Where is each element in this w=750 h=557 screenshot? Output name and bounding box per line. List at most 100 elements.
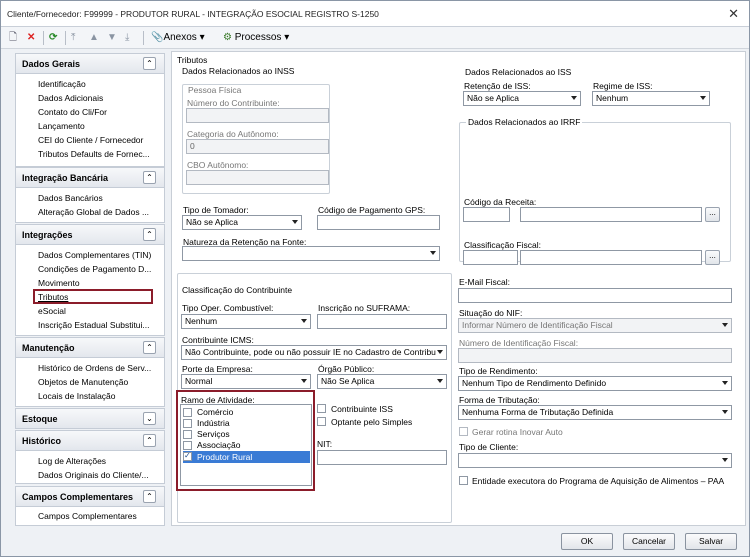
ramo-item[interactable]: Serviços xyxy=(183,429,310,440)
checkbox-checked[interactable] xyxy=(183,451,192,461)
cod-gps-input[interactable] xyxy=(317,215,440,230)
expand-icon[interactable]: ⌄ xyxy=(143,412,156,425)
optante-simples-checkbox[interactable] xyxy=(317,417,326,426)
classif-fiscal-desc-input[interactable] xyxy=(520,250,702,265)
entidade-paa-checkbox[interactable] xyxy=(459,476,468,485)
icms-select[interactable]: Não Contribuinte, pode ou não possuir IE… xyxy=(181,345,447,360)
section-header[interactable]: Dados Gerais ⌃ xyxy=(16,54,164,74)
orgao-select[interactable]: Não Se Aplica xyxy=(317,374,447,389)
collapse-icon[interactable]: ⌃ xyxy=(143,434,156,447)
ramo-item[interactable]: Indústria xyxy=(183,418,310,429)
sidebar-item-esocial[interactable]: eSocial xyxy=(38,306,66,316)
sidebar-item-cei[interactable]: CEI do Cliente / Fornecedor xyxy=(38,135,143,145)
ramo-item[interactable]: Associação xyxy=(183,440,310,451)
cod-receita-input[interactable] xyxy=(463,207,510,222)
collapse-icon[interactable]: ⌃ xyxy=(143,490,156,503)
dropdown-arrow-icon xyxy=(722,410,728,414)
sidebar-item-dados-originais[interactable]: Dados Originais do Cliente/... xyxy=(38,470,149,480)
sidebar-item-log-alteracoes[interactable]: Log de Alterações xyxy=(38,456,106,466)
dropdown-arrow-icon xyxy=(700,96,706,100)
sidebar-item-contato[interactable]: Contato do Cli/For xyxy=(38,107,107,117)
sidebar-item-locais-instalacao[interactable]: Locais de Instalação xyxy=(38,391,116,401)
checkbox[interactable] xyxy=(183,441,192,450)
sidebar-item-dados-bancarios[interactable]: Dados Bancários xyxy=(38,193,103,203)
retencao-iss-select[interactable]: Não se Aplica xyxy=(463,91,581,106)
section-header[interactable]: Integração Bancária ⌃ xyxy=(16,168,164,188)
section-header[interactable]: Manutenção ⌃ xyxy=(16,338,164,358)
natureza-select[interactable] xyxy=(182,246,440,261)
porte-label: Porte da Empresa: xyxy=(182,364,253,374)
cbo-input[interactable] xyxy=(186,170,329,185)
section-header[interactable]: Histórico ⌃ xyxy=(16,431,164,451)
collapse-icon[interactable]: ⌃ xyxy=(143,57,156,70)
tipo-tomador-select[interactable]: Não se Aplica xyxy=(182,215,302,230)
sidebar-item-movimento[interactable]: Movimento xyxy=(38,278,80,288)
checkbox[interactable] xyxy=(183,408,192,417)
porte-select[interactable]: Normal xyxy=(181,374,311,389)
ramo-item-label: Comércio xyxy=(197,407,234,417)
next-icon[interactable]: ▼ xyxy=(107,30,117,46)
sidebar-item-historico-ordens[interactable]: Histórico de Ordens de Serv... xyxy=(38,363,151,373)
sidebar-item-tributos-defaults[interactable]: Tributos Defaults de Fornec... xyxy=(38,149,150,159)
processos-menu[interactable]: ⚙ Processos ▾ xyxy=(223,30,289,46)
last-icon[interactable]: ⤓ xyxy=(125,30,129,46)
tipo-rend-select[interactable]: Nenhum Tipo de Rendimento Definido xyxy=(458,376,732,391)
tipo-tomador-value: Não se Aplica xyxy=(186,217,238,227)
previous-icon[interactable]: ▲ xyxy=(89,30,99,46)
ramo-item-label: Associação xyxy=(197,440,241,450)
regime-iss-select[interactable]: Nenhum xyxy=(592,91,710,106)
collapse-icon[interactable]: ⌃ xyxy=(143,341,156,354)
salvar-button[interactable]: Salvar xyxy=(685,533,737,550)
section-header[interactable]: Campos Complementares ⌃ xyxy=(16,487,164,507)
email-fiscal-input[interactable] xyxy=(458,288,732,303)
sidebar-item-objetos-manutencao[interactable]: Objetos de Manutenção xyxy=(38,377,128,387)
separator xyxy=(143,31,144,45)
classif-fiscal-input[interactable] xyxy=(463,250,518,265)
sit-nif-select[interactable]: Informar Número de Identificação Fiscal xyxy=(458,318,732,333)
contrib-iss-checkbox[interactable] xyxy=(317,404,326,413)
nit-input[interactable] xyxy=(317,450,447,465)
close-icon[interactable]: ✕ xyxy=(728,6,739,22)
sidebar-item-lancamento[interactable]: Lançamento xyxy=(38,121,85,131)
classif-fiscal-lookup-button[interactable]: ... xyxy=(705,250,720,265)
cod-receita-desc-input[interactable] xyxy=(520,207,702,222)
delete-icon[interactable]: ✕ xyxy=(27,30,35,46)
categoria-input[interactable]: 0 xyxy=(186,139,329,154)
gerar-inovar-checkbox[interactable] xyxy=(459,427,468,436)
sit-nif-value: Informar Número de Identificação Fiscal xyxy=(462,320,613,330)
numero-contribuinte-input[interactable] xyxy=(186,108,329,123)
checkbox[interactable] xyxy=(183,419,192,428)
forma-trib-select[interactable]: Nenhuma Forma de Tributação Definida xyxy=(458,405,732,420)
cancelar-button[interactable]: Cancelar xyxy=(623,533,675,550)
ramo-item[interactable]: Comércio xyxy=(183,407,310,418)
icms-value: Não Contribuinte, pode ou não possuir IE… xyxy=(185,347,436,357)
refresh-icon[interactable]: ⟳ xyxy=(49,30,57,46)
forma-trib-label: Forma de Tributação: xyxy=(459,395,540,405)
num-nif-input[interactable] xyxy=(458,348,732,363)
tipo-cliente-select[interactable] xyxy=(458,453,732,468)
sidebar-item-alteracao-global[interactable]: Alteração Global de Dados ... xyxy=(38,207,149,217)
cod-receita-lookup-button[interactable]: ... xyxy=(705,207,720,222)
sidebar-item-dados-complementares[interactable]: Dados Complementares (TIN) xyxy=(38,250,151,260)
section-header[interactable]: Integrações ⌃ xyxy=(16,225,164,245)
caret-down-icon: ▾ xyxy=(284,32,290,43)
sidebar-item-campos-complementares[interactable]: Campos Complementares xyxy=(38,511,137,521)
checkbox[interactable] xyxy=(183,430,192,439)
tipo-oper-select[interactable]: Nenhum xyxy=(181,314,311,329)
anexos-menu[interactable]: 📎Anexos ▾ xyxy=(151,30,205,46)
suframa-input[interactable] xyxy=(317,314,447,329)
section-header[interactable]: Estoque ⌄ xyxy=(16,409,164,429)
first-icon[interactable]: ⤒ xyxy=(71,30,75,46)
sidebar: Dados Gerais ⌃ Identificação Dados Adicio… xyxy=(15,53,165,533)
sidebar-item-condicoes-pagamento[interactable]: Condições de Pagamento D... xyxy=(38,264,151,274)
ramo-item-selected[interactable]: Produtor Rural xyxy=(183,451,310,463)
sidebar-item-inscricao-estadual[interactable]: Inscrição Estadual Substitui... xyxy=(38,320,150,330)
sidebar-item-dados-adicionais[interactable]: Dados Adicionais xyxy=(38,93,103,103)
ok-button[interactable]: OK xyxy=(561,533,613,550)
collapse-icon[interactable]: ⌃ xyxy=(143,228,156,241)
section-integracao-bancaria: Integração Bancária ⌃ Dados Bancários Alt… xyxy=(15,167,165,223)
new-icon[interactable]: 🗋 xyxy=(9,30,17,46)
optante-simples-label: Optante pelo Simples xyxy=(331,417,413,427)
sidebar-item-identificacao[interactable]: Identificação xyxy=(38,79,86,89)
collapse-icon[interactable]: ⌃ xyxy=(143,171,156,184)
